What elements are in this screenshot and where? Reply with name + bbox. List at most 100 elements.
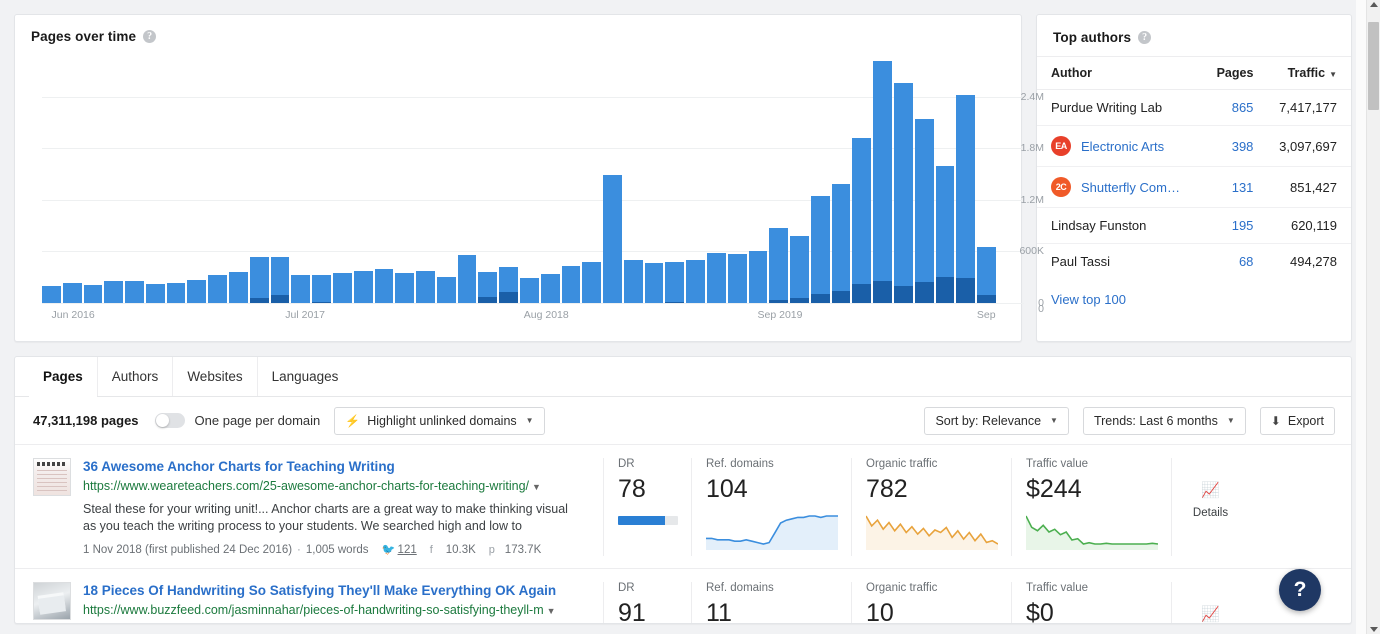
- chart-bar[interactable]: [603, 174, 622, 303]
- chart-bar[interactable]: [644, 263, 664, 303]
- facebook-count: 10.3K: [445, 544, 476, 556]
- result-url[interactable]: https://www.buzzfeed.com/jasminnahar/pie…: [83, 602, 583, 619]
- chart-bar[interactable]: [935, 166, 955, 303]
- tab-languages[interactable]: Languages: [258, 357, 353, 396]
- scroll-up-icon[interactable]: [1370, 2, 1378, 7]
- chart-bar[interactable]: [894, 83, 913, 303]
- chart-bar[interactable]: [312, 275, 331, 303]
- details-button[interactable]: 📈 Details: [1171, 458, 1249, 556]
- chart-bar[interactable]: [499, 266, 518, 303]
- chart-bar[interactable]: [707, 253, 726, 303]
- chart-bar[interactable]: [208, 275, 228, 303]
- table-row[interactable]: Paul Tassi 68 494,278: [1037, 244, 1351, 280]
- help-button[interactable]: ?: [1279, 569, 1321, 611]
- chart-bar-segment-unlinked: [852, 283, 872, 303]
- chart-bar[interactable]: [436, 277, 456, 303]
- chevron-down-icon[interactable]: ▼: [547, 606, 556, 616]
- chart-bar[interactable]: [582, 261, 602, 303]
- chart-bar[interactable]: [478, 271, 498, 303]
- chart-bars[interactable]: [42, 60, 996, 303]
- chart-bar[interactable]: [395, 273, 415, 303]
- chart-bar[interactable]: [977, 247, 996, 303]
- chart-bar[interactable]: [145, 283, 165, 303]
- sort-by-button[interactable]: Sort by: Relevance ▼: [924, 406, 1069, 435]
- chart-bar[interactable]: [852, 138, 872, 303]
- author-pages[interactable]: 131: [1207, 166, 1266, 208]
- download-icon: ⬇: [1270, 413, 1281, 428]
- chart-bar-segment-linked: [332, 273, 352, 303]
- chart-bar[interactable]: [540, 273, 560, 303]
- export-button[interactable]: ⬇ Export: [1259, 406, 1335, 435]
- chart-bar[interactable]: [748, 251, 768, 303]
- chart-bar[interactable]: [62, 282, 82, 303]
- chart-bar[interactable]: [623, 260, 643, 303]
- chart-bar[interactable]: [187, 280, 207, 303]
- chart-bar[interactable]: [291, 274, 311, 303]
- one-page-per-domain-toggle[interactable]: [154, 413, 185, 428]
- author-pages[interactable]: 865: [1207, 89, 1266, 126]
- chart-bar[interactable]: [104, 281, 124, 303]
- chart-bar[interactable]: [166, 282, 186, 303]
- chart-bar[interactable]: [270, 256, 290, 303]
- chart-bar[interactable]: [956, 95, 976, 303]
- twitter-count[interactable]: 121: [398, 544, 417, 556]
- chart-bar[interactable]: [332, 273, 352, 303]
- metric-dr: DR 78: [603, 458, 691, 556]
- chart-bar[interactable]: [353, 270, 373, 303]
- ref-domains-sparkline: [706, 508, 838, 550]
- result-wordcount: 1,005 words: [305, 544, 369, 556]
- chart-bar[interactable]: [374, 269, 394, 303]
- chart-bar[interactable]: [727, 254, 747, 303]
- pinterest-count: 173.7K: [504, 544, 542, 556]
- tab-websites[interactable]: Websites: [173, 357, 258, 396]
- chart-bar[interactable]: [519, 277, 539, 303]
- chart-bar[interactable]: [457, 254, 477, 303]
- table-row[interactable]: EA Electronic Arts 398 3,097,697: [1037, 125, 1351, 167]
- scrollbar-thumb[interactable]: [1368, 22, 1379, 110]
- chart-bar[interactable]: [790, 236, 809, 303]
- details-button[interactable]: 📈 Details: [1171, 582, 1249, 623]
- chart-bar[interactable]: [249, 256, 269, 303]
- chart-bar[interactable]: [914, 119, 934, 303]
- column-traffic[interactable]: Traffic ▼: [1265, 56, 1351, 90]
- author-name[interactable]: Electronic Arts: [1081, 139, 1164, 154]
- chart-bar-segment-unlinked: [249, 297, 269, 303]
- result-title-link[interactable]: 36 Awesome Anchor Charts for Teaching Wr…: [83, 458, 583, 475]
- chart-bar[interactable]: [831, 183, 851, 303]
- tab-authors[interactable]: Authors: [98, 357, 174, 396]
- column-author[interactable]: Author: [1037, 56, 1208, 90]
- author-pages[interactable]: 195: [1207, 207, 1266, 244]
- vertical-scrollbar[interactable]: [1366, 0, 1380, 634]
- trends-button[interactable]: Trends: Last 6 months ▼: [1082, 406, 1246, 435]
- chart-bar[interactable]: [83, 284, 103, 303]
- chart-bar-segment-linked: [790, 236, 809, 299]
- column-pages[interactable]: Pages: [1207, 56, 1266, 90]
- table-row[interactable]: Purdue Writing Lab 865 7,417,177: [1037, 89, 1351, 126]
- table-row[interactable]: 2C Shutterfly Com… 131 851,427: [1037, 166, 1351, 208]
- chart-bar[interactable]: [42, 286, 61, 303]
- chevron-down-icon: ▼: [525, 416, 534, 425]
- chart-bar[interactable]: [686, 259, 705, 303]
- chart-bar[interactable]: [873, 60, 893, 303]
- help-icon[interactable]: ?: [1138, 31, 1152, 44]
- chart-bar[interactable]: [665, 262, 685, 303]
- author-name[interactable]: Shutterfly Com…: [1081, 180, 1180, 195]
- view-top-100-link[interactable]: View top 100: [1037, 279, 1351, 307]
- result-title-link[interactable]: 18 Pieces Of Handwriting So Satisfying T…: [83, 582, 583, 599]
- tab-pages[interactable]: Pages: [29, 357, 98, 397]
- chart-bar[interactable]: [416, 270, 435, 303]
- author-pages[interactable]: 398: [1207, 125, 1266, 167]
- result-url[interactable]: https://www.weareteachers.com/25-awesome…: [83, 478, 583, 495]
- scroll-down-icon[interactable]: [1370, 627, 1378, 632]
- metric-ref-domains-label: Ref. domains: [706, 582, 774, 594]
- chart-bar[interactable]: [561, 266, 581, 303]
- chart-bar[interactable]: [125, 281, 144, 303]
- chevron-down-icon[interactable]: ▼: [532, 482, 541, 492]
- chart-bar[interactable]: [229, 272, 248, 303]
- chart-bar[interactable]: [769, 228, 789, 303]
- highlight-unlinked-domains-button[interactable]: ⚡ Highlight unlinked domains ▼: [334, 406, 545, 435]
- table-row[interactable]: Lindsay Funston 195 620,119: [1037, 207, 1351, 244]
- author-pages[interactable]: 68: [1207, 244, 1265, 280]
- help-icon[interactable]: ?: [143, 30, 157, 43]
- chart-bar[interactable]: [810, 195, 830, 303]
